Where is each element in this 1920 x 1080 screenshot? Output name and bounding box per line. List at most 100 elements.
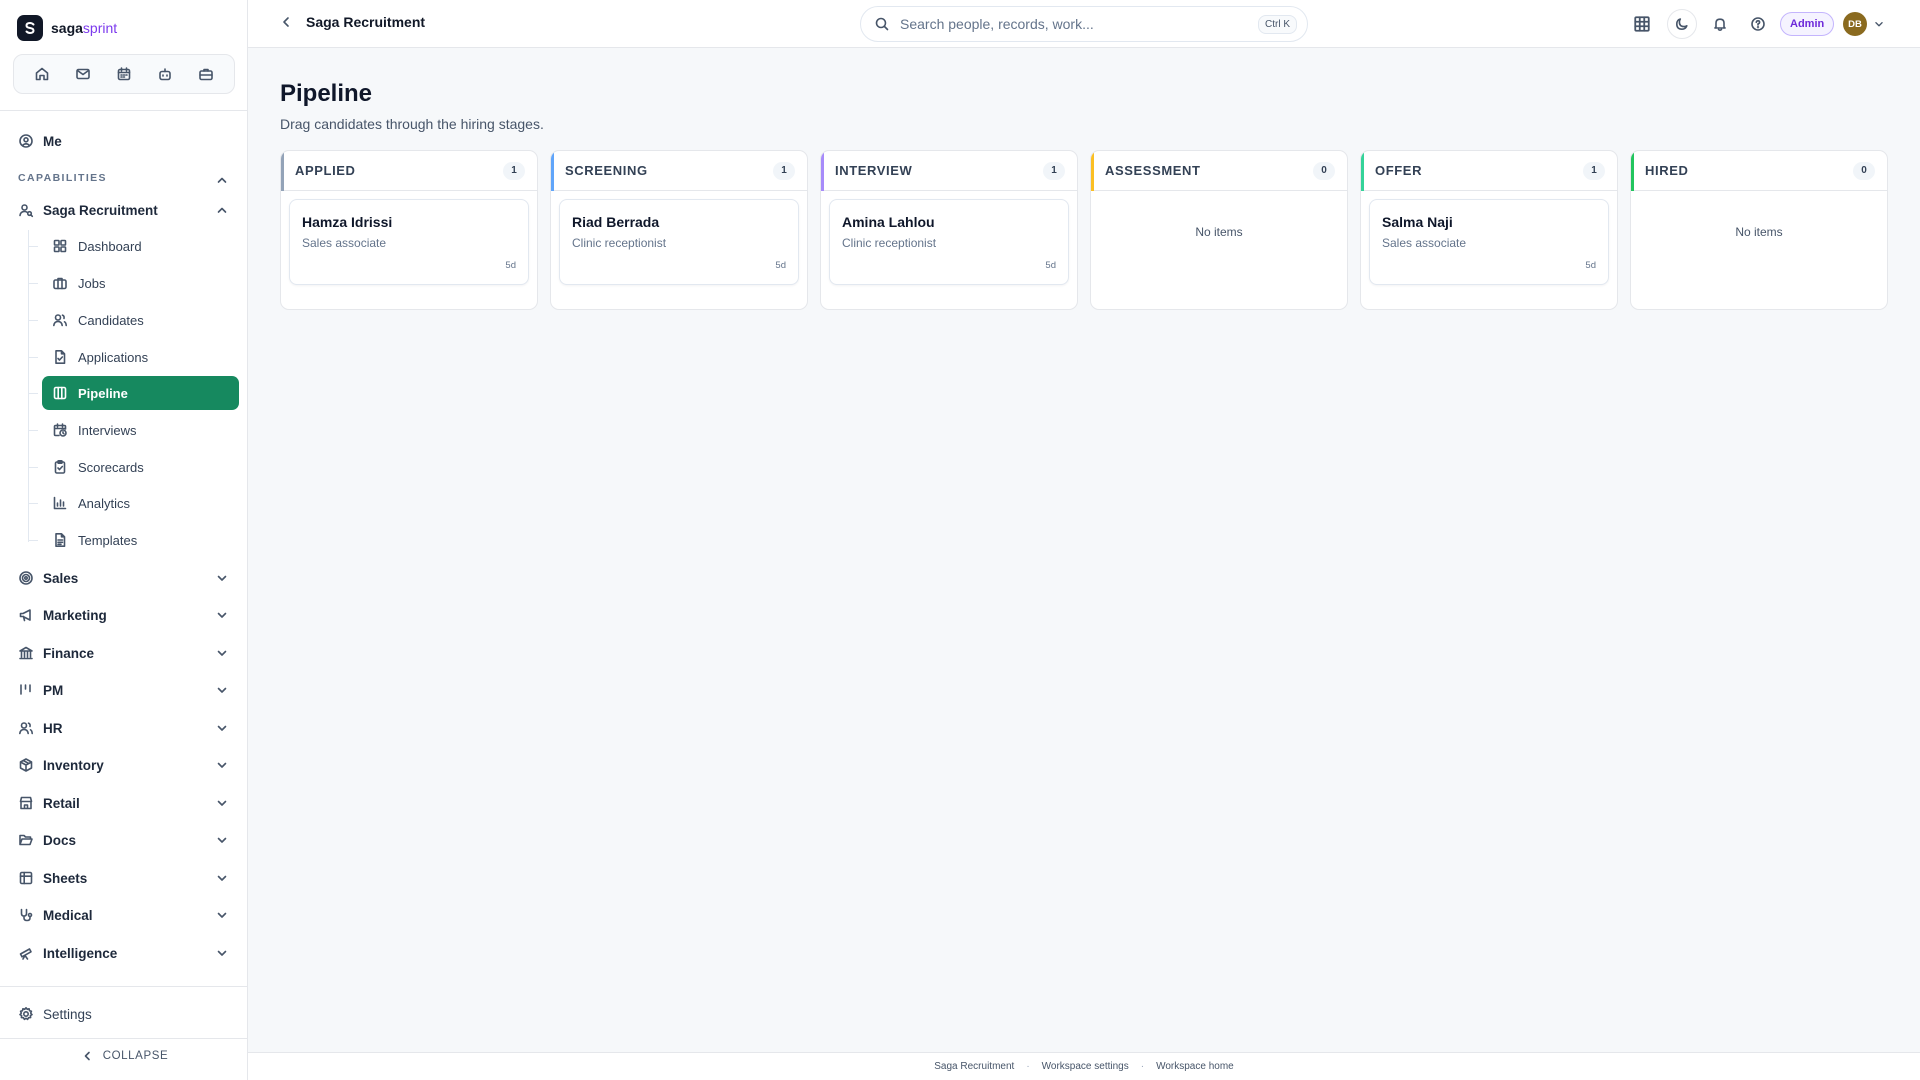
- sidebar-group-inventory[interactable]: Inventory: [18, 750, 230, 780]
- help-button[interactable]: [1743, 9, 1773, 39]
- pipeline-column-assessment[interactable]: ASSESSMENT 0 No items: [1090, 150, 1348, 310]
- collapse-sidebar-button[interactable]: COLLAPSE: [0, 1048, 247, 1064]
- column-accent-bar: [281, 151, 284, 191]
- sidebar-group-intelligence[interactable]: Intelligence: [18, 938, 230, 968]
- sidebar-item-settings[interactable]: Settings: [18, 1006, 92, 1022]
- sidebar-item-jobs[interactable]: Jobs: [28, 266, 239, 300]
- column-header: ASSESSMENT 0: [1091, 151, 1347, 191]
- quick-access-bar: [13, 54, 235, 94]
- breadcrumb-current[interactable]: Saga Recruitment: [306, 14, 425, 30]
- bot-icon[interactable]: [150, 59, 180, 89]
- pipeline-column-applied[interactable]: APPLIED 1 Hamza Idrissi Sales associate 5d: [280, 150, 538, 310]
- candidate-card[interactable]: Hamza Idrissi Sales associate 5d: [289, 199, 529, 285]
- admin-badge[interactable]: Admin: [1780, 12, 1835, 36]
- chevron-down-icon[interactable]: [1872, 17, 1886, 31]
- apps-grid-button[interactable]: [1627, 9, 1657, 39]
- collapse-label: COLLAPSE: [102, 1050, 169, 1062]
- sidebar-group-sheets[interactable]: Sheets: [18, 863, 230, 893]
- footer-link-workspace-home[interactable]: Workspace home: [1156, 1061, 1234, 1072]
- candidate-age: 5d: [505, 260, 516, 271]
- user-avatar[interactable]: DB: [1843, 12, 1867, 36]
- calendar-icon[interactable]: [109, 59, 139, 89]
- chevron-down-icon: [217, 950, 227, 956]
- user-search-icon: [19, 204, 34, 218]
- brand-name: sagasprint: [51, 20, 118, 36]
- chevron-up-icon[interactable]: [214, 172, 230, 188]
- footer-link-recruitment[interactable]: Saga Recruitment: [934, 1061, 1014, 1072]
- sidebar-item-interviews[interactable]: Interviews: [28, 413, 239, 447]
- sidebar-item-label: Me: [43, 133, 62, 149]
- capabilities-heading: CAPABILITIES: [18, 172, 107, 184]
- briefcase-icon: [53, 277, 67, 290]
- sidebar-group-sales[interactable]: Sales: [18, 563, 230, 593]
- calendar-clock-icon: [53, 423, 67, 437]
- column-header: APPLIED 1: [281, 151, 537, 191]
- sidebar-group-pm[interactable]: PM: [18, 675, 230, 705]
- chevron-up-icon[interactable]: [214, 202, 230, 218]
- column-title: ASSESSMENT: [1105, 163, 1201, 178]
- candidate-card[interactable]: Amina Lahlou Clinic receptionist 5d: [829, 199, 1069, 285]
- sidebar-group-retail[interactable]: Retail: [18, 788, 230, 818]
- document-icon: [55, 533, 66, 547]
- footer-separator: ·: [1026, 1061, 1030, 1072]
- column-count-badge: 0: [1853, 161, 1875, 180]
- column-accent-bar: [1361, 151, 1364, 191]
- candidate-role: Sales associate: [1382, 236, 1467, 250]
- pipeline-column-hired[interactable]: HIRED 0 No items: [1630, 150, 1888, 310]
- kanban-icon: [53, 386, 67, 400]
- column-count-badge: 1: [1043, 161, 1065, 180]
- chevron-left-icon: [84, 1051, 90, 1061]
- bank-icon: [19, 646, 33, 660]
- sidebar-group-label: Medical: [43, 907, 93, 923]
- search-input[interactable]: Search people, records, work...: [900, 16, 1248, 32]
- sidebar-group-docs[interactable]: Docs: [18, 825, 230, 855]
- folder-open-icon: [19, 834, 33, 846]
- home-icon[interactable]: [27, 59, 57, 89]
- theme-toggle-button[interactable]: [1667, 9, 1697, 39]
- moon-icon: [1676, 18, 1688, 30]
- page-subtitle: Drag candidates through the hiring stage…: [280, 116, 544, 132]
- empty-column-message: No items: [1735, 225, 1783, 239]
- sidebar-group-medical[interactable]: Medical: [18, 900, 230, 930]
- sidebar-item-label: Applications: [78, 349, 149, 365]
- sidebar-item-candidates[interactable]: Candidates: [28, 303, 239, 337]
- brand[interactable]: sagasprint: [17, 15, 117, 41]
- sidebar-item-me[interactable]: Me: [18, 133, 62, 149]
- sidebar-item-scorecards[interactable]: Scorecards: [28, 450, 239, 484]
- sidebar-group-hr[interactable]: HR: [18, 713, 230, 743]
- mail-icon[interactable]: [68, 59, 98, 89]
- notifications-button[interactable]: [1705, 9, 1735, 39]
- sidebar-item-label: Dashboard: [78, 238, 142, 254]
- sidebar-group-label: Intelligence: [43, 945, 118, 961]
- pipeline-column-offer[interactable]: OFFER 1 Salma Naji Sales associate 5d: [1360, 150, 1618, 310]
- sidebar-item-applications[interactable]: Applications: [28, 340, 239, 374]
- sidebar-item-pipeline[interactable]: Pipeline: [28, 376, 239, 410]
- candidate-role: Clinic receptionist: [572, 236, 667, 250]
- back-chevron-icon[interactable]: [278, 14, 294, 30]
- gear-icon: [19, 1007, 33, 1021]
- column-count-badge: 1: [1583, 161, 1605, 180]
- candidate-card[interactable]: Riad Berrada Clinic receptionist 5d: [559, 199, 799, 285]
- pipeline-column-screening[interactable]: SCREENING 1 Riad Berrada Clinic receptionis…: [550, 150, 808, 310]
- gantt-icon: [20, 684, 31, 695]
- column-title: HIRED: [1645, 163, 1689, 178]
- sidebar-item-analytics[interactable]: Analytics: [28, 486, 239, 520]
- column-accent-bar: [1631, 151, 1634, 191]
- candidate-card[interactable]: Salma Naji Sales associate 5d: [1369, 199, 1609, 285]
- candidate-age: 5d: [1045, 260, 1056, 271]
- pipeline-column-interview[interactable]: INTERVIEW 1 Amina Lahlou Clinic receptionis…: [820, 150, 1078, 310]
- sidebar-group-saga-recruitment[interactable]: Saga Recruitment: [18, 202, 158, 218]
- chevron-down-icon: [217, 762, 227, 768]
- candidate-role: Clinic receptionist: [842, 236, 937, 250]
- top-bar: Saga Recruitment Search people, records,…: [248, 0, 1920, 48]
- footer-link-workspace-settings[interactable]: Workspace settings: [1042, 1061, 1129, 1072]
- candidate-name: Hamza Idrissi: [302, 214, 393, 230]
- footer-separator: ·: [1140, 1061, 1145, 1072]
- briefcase-icon[interactable]: [191, 59, 221, 89]
- global-search[interactable]: Search people, records, work... Ctrl K: [860, 6, 1308, 42]
- sidebar-item-dashboard[interactable]: Dashboard: [28, 229, 239, 263]
- sidebar-group-finance[interactable]: Finance: [18, 638, 230, 668]
- sidebar-item-templates[interactable]: Templates: [28, 523, 239, 557]
- sidebar-group-marketing[interactable]: Marketing: [18, 600, 230, 630]
- column-header: INTERVIEW 1: [821, 151, 1077, 191]
